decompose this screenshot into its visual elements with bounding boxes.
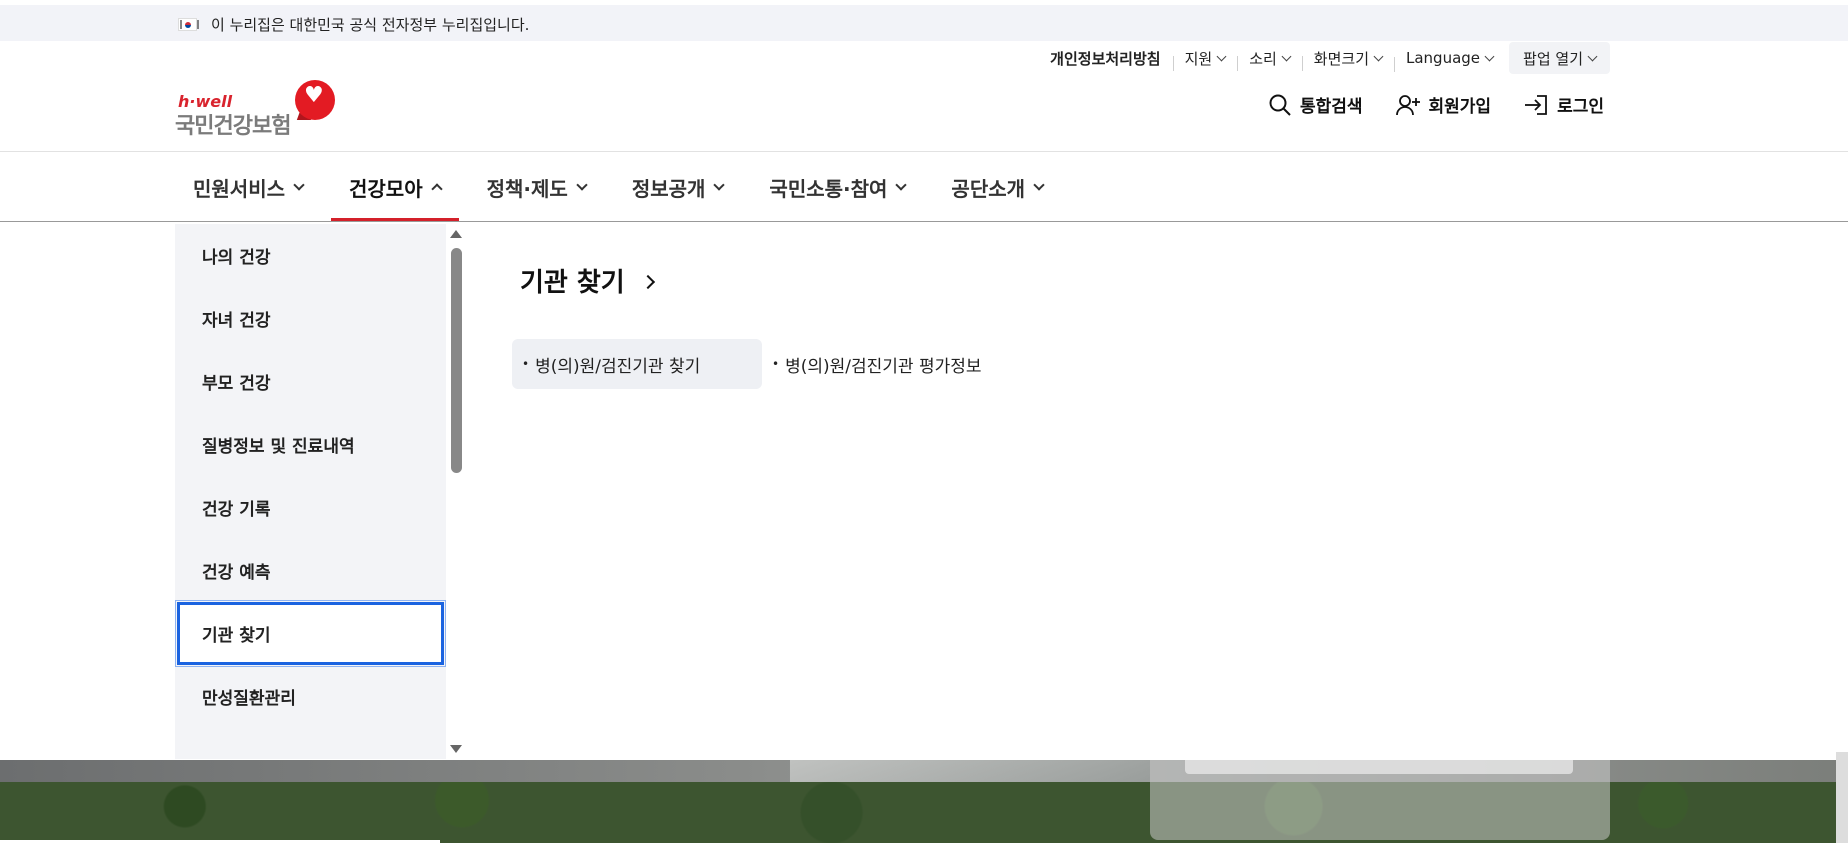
chevron-down-icon (1281, 51, 1292, 61)
privacy-policy-label: 개인정보처리방침 (1050, 49, 1161, 68)
side-item-child-health[interactable]: 자녀 건강 (175, 287, 446, 350)
gov-banner-content: 이 누리집은 대한민국 공식 전자정부 누리집입니다. (178, 14, 529, 35)
find-hospital-link[interactable]: • 병(의)원/검진기관 찾기 (512, 339, 762, 389)
language-menu[interactable]: Language (1394, 49, 1505, 72)
hospital-evaluation-label: 병(의)원/검진기관 평가정보 (785, 356, 982, 377)
scroll-up-arrow-icon[interactable] (450, 230, 462, 238)
chevron-up-icon (430, 183, 443, 195)
korea-flag-icon (178, 18, 199, 31)
side-menu: 나의 건강 자녀 건강 부모 건강 질병정보 및 진료내역 건강 기록 건강 예… (175, 224, 446, 759)
chevron-right-icon (640, 274, 655, 289)
chevron-down-icon (1373, 51, 1384, 61)
screen-size-label: 화면크기 (1313, 49, 1369, 68)
signup-label: 회원가입 (1428, 97, 1492, 117)
chevron-down-icon (1033, 179, 1045, 191)
scroll-thumb[interactable] (451, 248, 462, 473)
hospital-evaluation-link[interactable]: • 병(의)원/검진기관 평가정보 (762, 339, 1006, 389)
header-actions: 통합검색 회원가입 로그인 (1236, 92, 1604, 117)
bullet-icon: • (772, 357, 780, 371)
support-menu[interactable]: 지원 (1172, 48, 1238, 71)
content-links: • 병(의)원/검진기관 찾기 • 병(의)원/검진기관 평가정보 (512, 339, 1006, 389)
nhis-logo[interactable]: h·well 국민건강보험 (175, 78, 340, 139)
login-icon (1525, 94, 1547, 115)
chevron-down-icon (713, 179, 726, 191)
language-label: Language (1406, 49, 1481, 67)
side-item-health-records[interactable]: 건강 기록 (175, 476, 446, 539)
sound-label: 소리 (1249, 49, 1277, 68)
login-label: 로그인 (1557, 97, 1604, 117)
chevron-down-icon (576, 179, 588, 191)
nav-info-disclosure[interactable]: 정보공개 (614, 152, 742, 222)
chevron-down-icon (1587, 51, 1598, 61)
nav-label: 민원서비스 (193, 176, 285, 201)
search-label: 통합검색 (1299, 97, 1363, 117)
page-right-edge (1836, 752, 1848, 843)
nav-divider (0, 221, 1848, 222)
nav-label: 공단소개 (951, 176, 1026, 201)
signup-button[interactable]: 회원가입 (1395, 92, 1492, 117)
bullet-icon: • (522, 357, 530, 371)
support-label: 지원 (1184, 49, 1213, 68)
privacy-policy-link[interactable]: 개인정보처리방침 (1038, 48, 1172, 69)
nav-label: 정보공개 (631, 176, 706, 201)
content-title-link[interactable]: 기관 찾기 (520, 262, 655, 299)
side-item-parent-health[interactable]: 부모 건강 (175, 350, 446, 413)
chevron-down-icon (1484, 51, 1495, 61)
hero-image (0, 760, 1848, 843)
sound-menu[interactable]: 소리 (1237, 48, 1302, 71)
gov-banner-text: 이 누리집은 대한민국 공식 전자정부 누리집입니다. (211, 16, 530, 34)
heart-icon (295, 80, 335, 120)
nav-communication[interactable]: 국민소통·참여 (751, 152, 923, 222)
nav-about[interactable]: 공단소개 (933, 152, 1061, 222)
logo-name: 국민건강보험 (175, 114, 291, 139)
chevron-down-icon (293, 179, 305, 191)
side-item-chronic-care[interactable]: 만성질환관리 (175, 665, 446, 728)
user-add-icon (1395, 94, 1420, 115)
nav-label: 국민소통·참여 (769, 176, 888, 201)
popup-open-button[interactable]: 팝업 열기 (1509, 42, 1610, 74)
search-icon (1269, 94, 1291, 116)
nav-label: 정책·제도 (486, 176, 568, 201)
integrated-search-button[interactable]: 통합검색 (1268, 92, 1363, 117)
chevron-down-icon (895, 179, 908, 191)
popup-label: 팝업 열기 (1523, 49, 1583, 68)
main-nav: 민원서비스 건강모아 정책·제도 정보공개 국민소통·참여 공단소개 (175, 152, 1071, 222)
side-item-disease-records[interactable]: 질병정보 및 진료내역 (175, 413, 446, 476)
side-menu-scrollbar[interactable] (449, 228, 463, 753)
login-button[interactable]: 로그인 (1523, 92, 1604, 117)
scroll-down-arrow-icon[interactable] (450, 745, 462, 753)
chevron-down-icon (1216, 51, 1227, 61)
hero-card-inner (1185, 760, 1573, 774)
nav-health-moa[interactable]: 건강모아 (331, 152, 459, 222)
find-hospital-label: 병(의)원/검진기관 찾기 (535, 356, 701, 377)
side-item-my-health[interactable]: 나의 건강 (175, 224, 446, 287)
gov-banner: 이 누리집은 대한민국 공식 전자정부 누리집입니다. (0, 5, 1848, 41)
nav-policy[interactable]: 정책·제도 (469, 152, 604, 222)
side-item-health-prediction[interactable]: 건강 예측 (175, 539, 446, 602)
nav-label: 건강모아 (349, 176, 423, 201)
nav-civil-service[interactable]: 민원서비스 (175, 152, 321, 222)
screen-size-menu[interactable]: 화면크기 (1301, 48, 1394, 71)
utility-links: 개인정보처리방침 지원 소리 화면크기 Language 팝업 열기 (1038, 42, 1610, 74)
side-item-find-institution[interactable]: 기관 찾기 (175, 600, 446, 667)
content-title: 기관 찾기 (520, 268, 625, 298)
